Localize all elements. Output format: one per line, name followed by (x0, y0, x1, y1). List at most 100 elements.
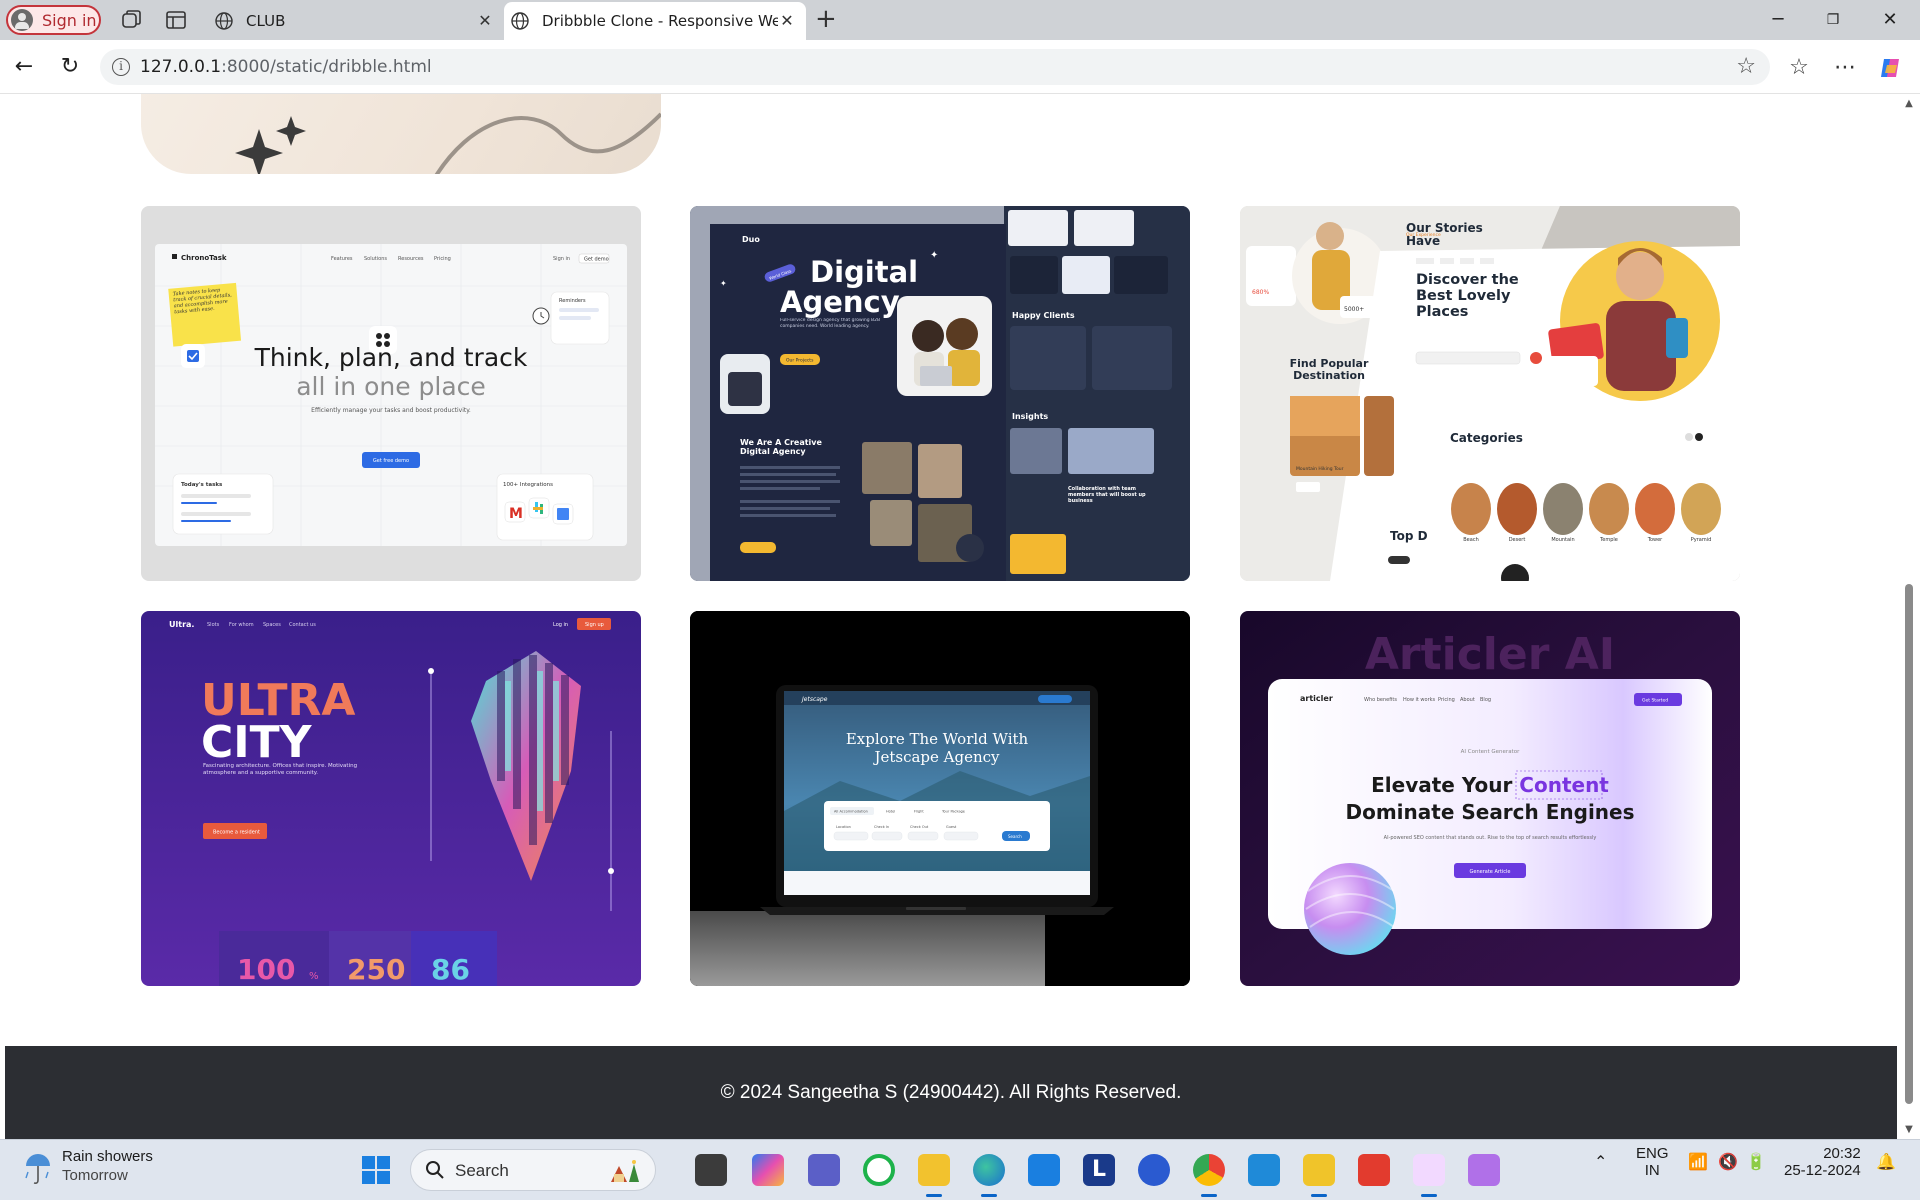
back-icon[interactable]: ← (12, 55, 36, 79)
mute-icon[interactable]: 🔇 (1718, 1152, 1738, 1172)
new-tab-icon[interactable]: + (815, 6, 837, 32)
shot-card-partial[interactable] (141, 94, 661, 174)
globe-icon (511, 12, 529, 30)
language-indicator[interactable]: ENG IN (1636, 1145, 1669, 1179)
close-icon[interactable]: ✕ (778, 12, 796, 30)
hero-headline: Elevate Your Content (1371, 773, 1609, 797)
shot-card-travel[interactable]: 680% 5000+ Our Experience Our Stories Ha… (1240, 206, 1740, 581)
form-tab: All Accommodation (834, 810, 868, 814)
tab-club[interactable]: CLUB ✕ (208, 2, 504, 40)
form-field: Check Out (910, 825, 929, 829)
scrollbar[interactable]: ▲ ▼ (1898, 94, 1920, 1139)
section-heading: We Are A Creative Digital Agency (740, 438, 822, 456)
hero-headline: Digital (810, 255, 918, 289)
cta-label: Generate Article (1470, 869, 1511, 875)
a-app-icon[interactable] (1138, 1154, 1170, 1186)
stat-value: 680% (1252, 289, 1269, 296)
notification-bell-icon[interactable]: 🔔 (1876, 1152, 1896, 1172)
task-view-icon[interactable] (695, 1154, 727, 1186)
nav-item: Who benefits (1364, 697, 1397, 703)
cta-label: Get free demo (373, 458, 409, 464)
tab-dribbble-clone[interactable]: Dribbble Clone - Responsive Web ✕ (504, 2, 806, 40)
hero-subtitle: Full-service design agency that growing … (780, 318, 881, 329)
show-hidden-icons[interactable]: ⌃ (1594, 1152, 1607, 1172)
window-close-icon[interactable]: ✕ (1880, 10, 1900, 30)
vertical-tabs-icon[interactable] (164, 8, 188, 32)
shot-card-jetscape[interactable]: Jetscape Explore The World With Jetscape… (690, 611, 1190, 986)
shot-card-digital-agency[interactable]: Happy Clients Insights Collaboration wit… (690, 206, 1190, 581)
search-label: Search (455, 1161, 509, 1180)
url-text[interactable]: 127.0.0.1:8000/static/dribble.html (140, 57, 432, 77)
stat-value: 86 (431, 953, 470, 986)
site-info-icon[interactable]: i (112, 58, 130, 76)
get-demo-link: Get demo (584, 257, 609, 263)
vscode-icon[interactable] (1248, 1154, 1280, 1186)
category-label: Mountain (1551, 537, 1574, 543)
category-label: Pyramid (1691, 537, 1712, 543)
clipchamp-icon[interactable] (1468, 1154, 1500, 1186)
edge-browser-icon[interactable] (973, 1154, 1005, 1197)
taskbar-search[interactable]: Search (410, 1149, 656, 1191)
notepad-icon[interactable] (1303, 1154, 1335, 1197)
restore-icon[interactable]: ❐ (1823, 10, 1843, 30)
form-tab: Hotel (886, 810, 895, 814)
nav-item: Spaces (263, 622, 281, 628)
scroll-down-icon[interactable]: ▼ (1903, 1124, 1915, 1135)
form-tab: Tour Package (941, 810, 965, 814)
shot-card-articler[interactable]: Articler AI articler Who benefits How it… (1240, 611, 1740, 986)
file-explorer-icon[interactable] (918, 1154, 950, 1197)
kicker: AI Content Generator (1461, 749, 1520, 755)
refresh-icon[interactable]: ↻ (58, 55, 82, 79)
star-icon: ✦ (930, 250, 938, 261)
nav-item: Pricing (1438, 697, 1455, 703)
hero-headline: Agency (780, 285, 900, 319)
favorite-star-icon[interactable]: ☆ (1736, 54, 1756, 79)
scroll-up-icon[interactable]: ▲ (1903, 98, 1915, 109)
hero-headline: Jetscape Agency (872, 748, 1000, 766)
shot-card-chronotask[interactable]: ChronoTask Features Solutions Resources … (141, 206, 641, 581)
secondary-button (740, 542, 776, 553)
nav-item: Solutions (364, 256, 387, 262)
hero-headline: Discover the Best Lovely Places (1416, 272, 1519, 320)
sign-in-button[interactable]: Sign in (6, 5, 101, 35)
sign-in-link: Sign in (553, 256, 570, 262)
favorites-icon[interactable]: ☆ (1786, 55, 1812, 81)
chrome-icon[interactable] (1193, 1154, 1225, 1197)
battery-icon[interactable]: 🔋 (1746, 1152, 1766, 1172)
brand: ChronoTask (181, 254, 227, 262)
sticky-note: Take notes to keep track of crucial deta… (172, 287, 233, 316)
shot-card-ultra-city[interactable]: Ultra. Slots For whom Spaces Contact us … (141, 611, 641, 986)
stat-suffix: % (309, 971, 319, 982)
nav-item: Features (331, 256, 353, 262)
copilot-icon[interactable] (1878, 55, 1904, 81)
background-title: Articler AI (1365, 629, 1615, 680)
minimize-icon[interactable]: ─ (1768, 10, 1788, 30)
tab-title: Dribbble Clone - Responsive Web (542, 12, 778, 30)
cta-label: Our Projects (786, 358, 814, 364)
l-app-icon[interactable]: L (1083, 1154, 1115, 1186)
nav-item: For whom (229, 622, 254, 628)
store-icon[interactable] (1028, 1154, 1060, 1186)
teams-icon[interactable] (808, 1154, 840, 1186)
nav-item: How it works (1403, 697, 1436, 703)
clock[interactable]: 20:32 25-12-2024 (1784, 1145, 1861, 1179)
workspaces-icon[interactable] (119, 8, 143, 32)
nav-item: Blog (1480, 697, 1491, 703)
more-options-icon[interactable]: ⋯ (1832, 55, 1858, 81)
brand: Duo (742, 235, 760, 244)
brand: articler (1300, 694, 1333, 703)
close-icon[interactable]: ✕ (476, 12, 494, 30)
windows-start-icon[interactable] (362, 1156, 390, 1184)
photos-icon[interactable] (1413, 1154, 1445, 1197)
url-field[interactable]: i 127.0.0.1:8000/static/dribble.html ☆ (100, 49, 1770, 85)
sparkle-icon (235, 116, 306, 174)
copilot-app-icon[interactable] (752, 1154, 784, 1186)
wps-icon[interactable] (1358, 1154, 1390, 1186)
stat-value: 250 (347, 953, 405, 986)
nav-item: About (1460, 697, 1475, 703)
scrollbar-thumb[interactable] (1905, 584, 1913, 1104)
refresh-app-icon[interactable] (863, 1154, 895, 1186)
brand: Ultra. (169, 620, 194, 629)
weather-widget[interactable]: Rain showers Tomorrow (22, 1148, 153, 1188)
wifi-icon[interactable]: 📶 (1688, 1152, 1708, 1172)
